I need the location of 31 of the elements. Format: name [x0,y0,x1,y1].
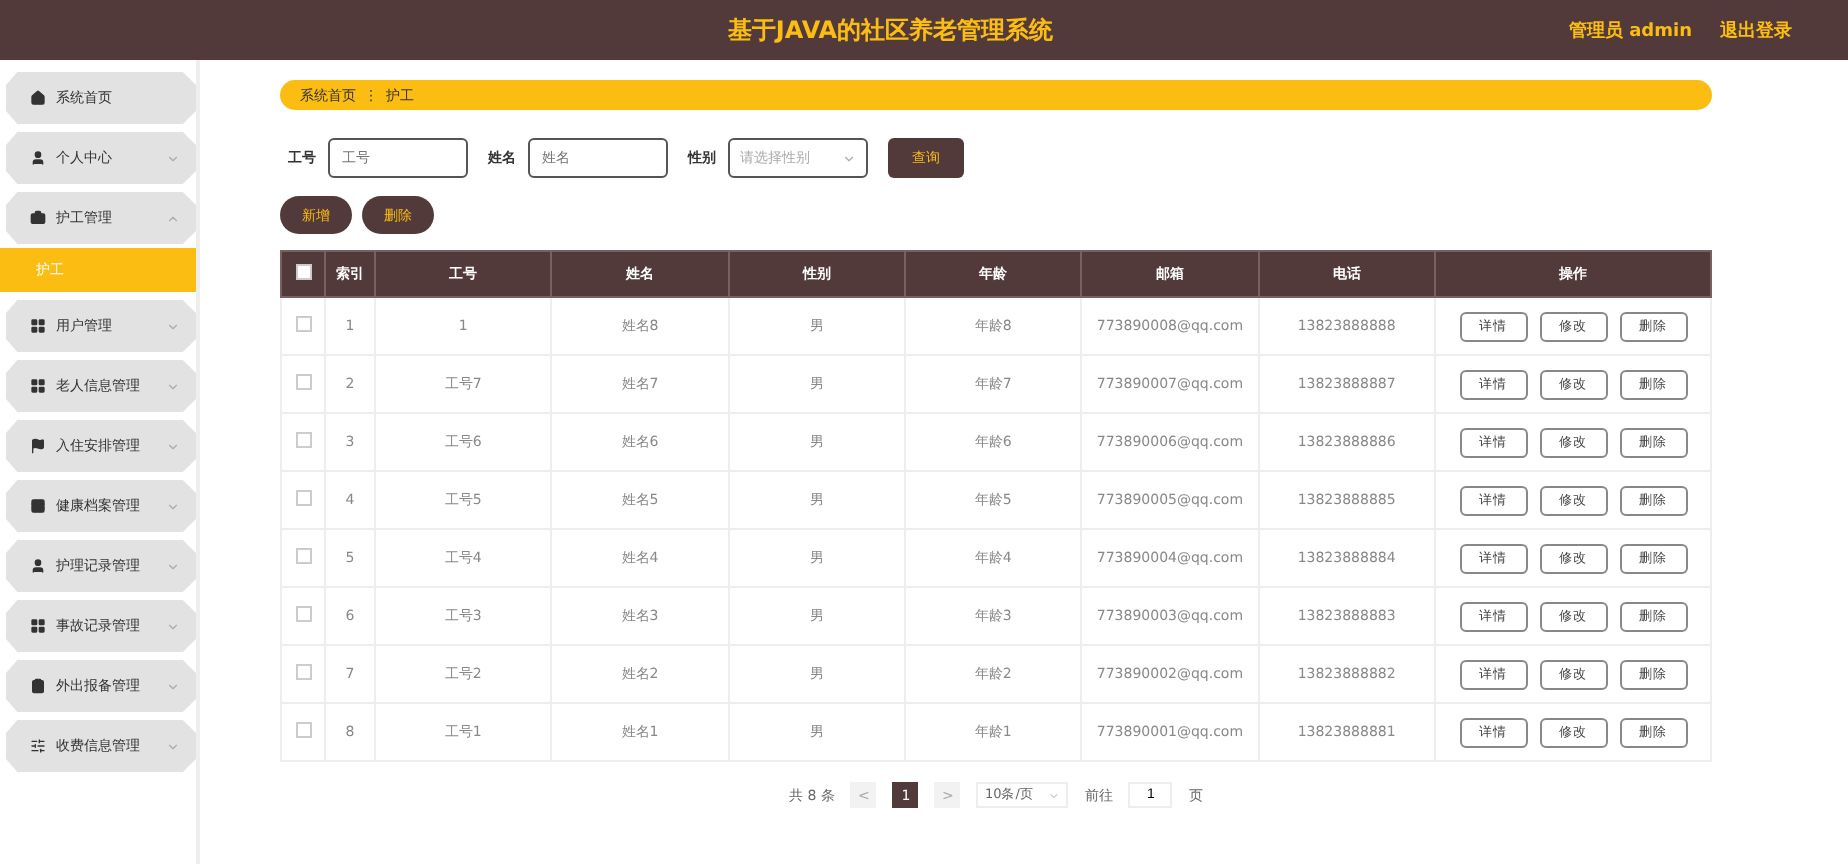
row-checkbox[interactable] [295,606,311,622]
row-checkbox[interactable] [295,548,311,564]
row-checkbox[interactable] [295,490,311,506]
logout-link[interactable]: 退出登录 [1720,17,1792,43]
user-label: 管理员 admin [1568,19,1692,43]
chevron-up-icon [166,211,180,225]
chevron-down-icon [166,439,180,453]
sliders-icon [30,738,46,754]
row-checkbox[interactable] [295,664,311,680]
user-icon [30,558,46,574]
row-checkbox[interactable] [295,722,311,738]
chevron-down-icon [166,151,180,165]
row-checkbox[interactable] [295,374,311,390]
home-icon [30,90,46,106]
clipboard-icon [30,678,46,694]
chevron-down-icon [166,619,180,633]
app-title: 基于JAVA的社区养老管理系统 [725,13,1056,47]
chevron-down-icon [166,559,180,573]
flag-icon [30,438,46,454]
row-checkbox[interactable] [295,316,311,332]
chevron-down-icon [166,499,180,513]
chevron-down-icon [842,151,856,165]
briefcase-icon [30,210,46,226]
row-checkbox[interactable] [295,432,311,448]
chevron-down-icon [166,679,180,693]
chevron-down-icon [166,319,180,333]
select-all-checkbox[interactable] [295,264,311,280]
chevron-down-icon [1048,789,1061,801]
chevron-down-icon [166,739,180,753]
user-icon [30,150,46,166]
chevron-down-icon [166,379,180,393]
